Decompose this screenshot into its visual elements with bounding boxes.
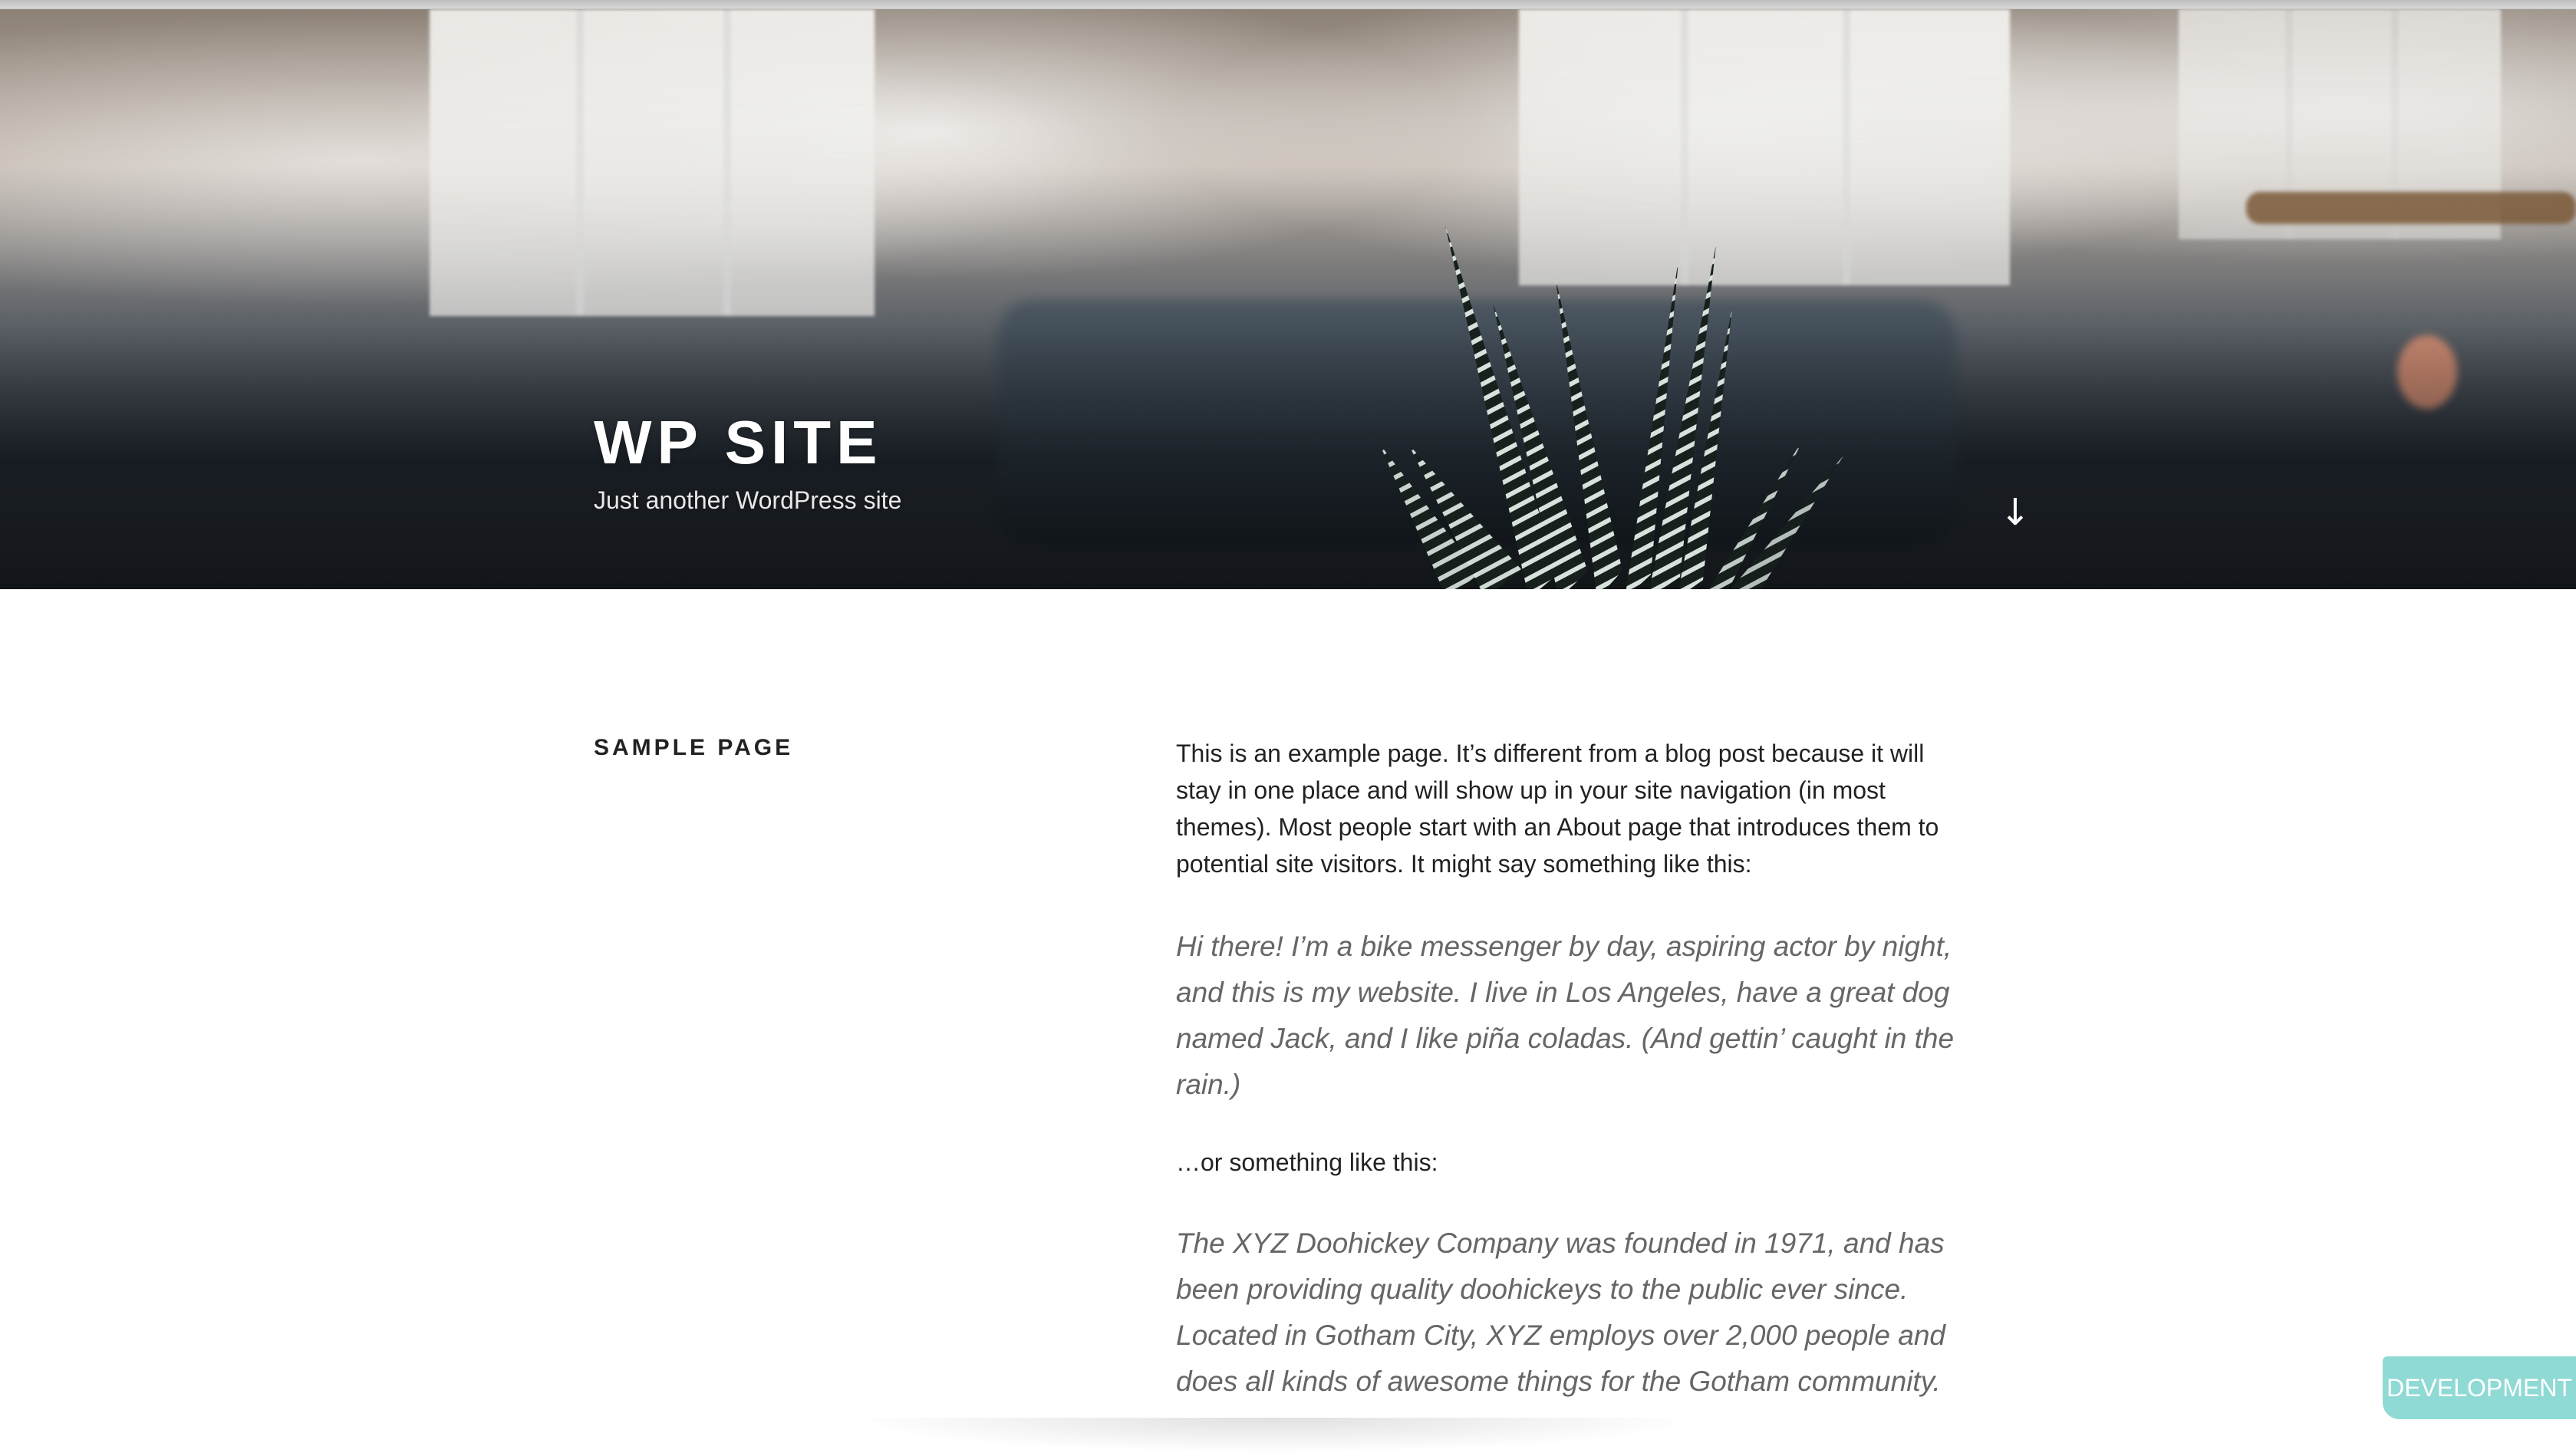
browser-top-edge [0,0,2576,9]
first-quote: Hi there! I’m a bike messenger by day, a… [1176,931,1955,1100]
wordpress-page: WP SITE Just another WordPress site ↓ SA… [0,0,2576,1453]
scroll-down-button[interactable]: ↓ [1998,491,2032,534]
blurred-wood-surface [2246,192,2576,224]
arrow-down-icon: ↓ [1999,491,2031,534]
second-quote: The XYZ Doohickey Company was founded in… [1176,1227,1945,1397]
background-window [1519,9,2010,285]
page-title: SAMPLE PAGE [594,735,794,760]
bottom-shadow [844,1418,1703,1453]
background-window [430,9,875,316]
site-title[interactable]: WP SITE [594,412,1207,473]
custom-header-image: WP SITE Just another WordPress site ↓ [0,9,2576,589]
transition-text: …or something like this: [1176,1148,1438,1176]
intro-paragraph: This is an example page. It’s different … [1176,740,1939,878]
site-branding: WP SITE Just another WordPress site [594,412,1207,515]
header-shadow-overlay [0,325,2576,589]
page-content: SAMPLE PAGE This is an example page. It’… [0,589,2576,1453]
site-description: Just another WordPress site [594,486,902,514]
development-badge[interactable]: DEVELOPMENT [2383,1356,2576,1419]
entry-content: This is an example page. It’s different … [1176,735,1966,1405]
